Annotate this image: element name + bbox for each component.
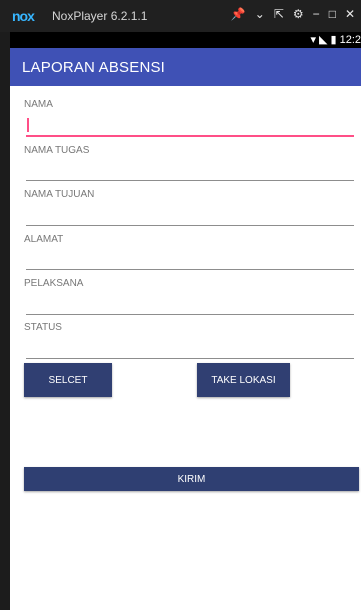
status-icons: ▾ ◣ ▮ 12:2 xyxy=(310,33,361,47)
field-label-nama-tujuan: NAMA TUJUAN xyxy=(24,189,95,200)
emulator-title: NoxPlayer 6.2.1.1 xyxy=(52,9,148,23)
nama-tugas-input[interactable] xyxy=(26,180,354,181)
android-status-bar: ▾ ◣ ▮ 12:2 xyxy=(10,32,361,48)
submit-button[interactable]: KIRIM xyxy=(24,467,359,491)
close-icon[interactable]: ✕ xyxy=(345,7,355,21)
wifi-icon: ▾ xyxy=(310,34,317,46)
page-title: LAPORAN ABSENSI xyxy=(22,59,166,76)
minimize-icon[interactable]: − xyxy=(313,7,320,21)
field-label-pelaksana: PELAKSANA xyxy=(24,278,84,289)
nama-input[interactable] xyxy=(26,135,354,137)
text-cursor xyxy=(27,118,29,132)
chevron-down-icon[interactable]: ⌄ xyxy=(255,7,265,21)
alamat-input[interactable] xyxy=(26,269,354,270)
pin-icon[interactable]: 📌 xyxy=(231,7,246,21)
form-content: NAMA NAMA TUGAS NAMA TUJUAN ALAMAT PELAK… xyxy=(10,86,361,610)
nama-tujuan-input[interactable] xyxy=(26,225,354,226)
status-time: 12:2 xyxy=(339,33,361,46)
field-label-nama: NAMA xyxy=(24,99,53,110)
field-label-nama-tugas: NAMA TUGAS xyxy=(24,145,90,156)
field-label-alamat: ALAMAT xyxy=(24,234,64,245)
nox-logo: nox xyxy=(12,8,35,24)
maximize-icon[interactable]: □ xyxy=(329,7,336,21)
pelaksana-input[interactable] xyxy=(26,314,354,315)
settings-icon[interactable]: ⚙ xyxy=(293,7,304,21)
battery-icon: ▮ xyxy=(330,34,337,46)
take-location-button[interactable]: TAKE LOKASI xyxy=(197,363,290,397)
window-controls: 📌 ⌄ ⇱ ⚙ − □ ✕ xyxy=(231,7,355,21)
select-photo-button[interactable]: SELCET PHOTO xyxy=(24,363,112,420)
emulator-title-bar: nox NoxPlayer 6.2.1.1 📌 ⌄ ⇱ ⚙ − □ ✕ xyxy=(0,0,361,32)
signal-icon: ◣ xyxy=(319,34,328,46)
app-bar: LAPORAN ABSENSI xyxy=(10,48,361,86)
emulator-window: nox NoxPlayer 6.2.1.1 📌 ⌄ ⇱ ⚙ − □ ✕ ▾ ◣ … xyxy=(0,0,361,610)
field-label-status: STATUS xyxy=(24,322,62,333)
status-input[interactable] xyxy=(26,358,354,359)
expand-icon[interactable]: ⇱ xyxy=(274,7,284,21)
